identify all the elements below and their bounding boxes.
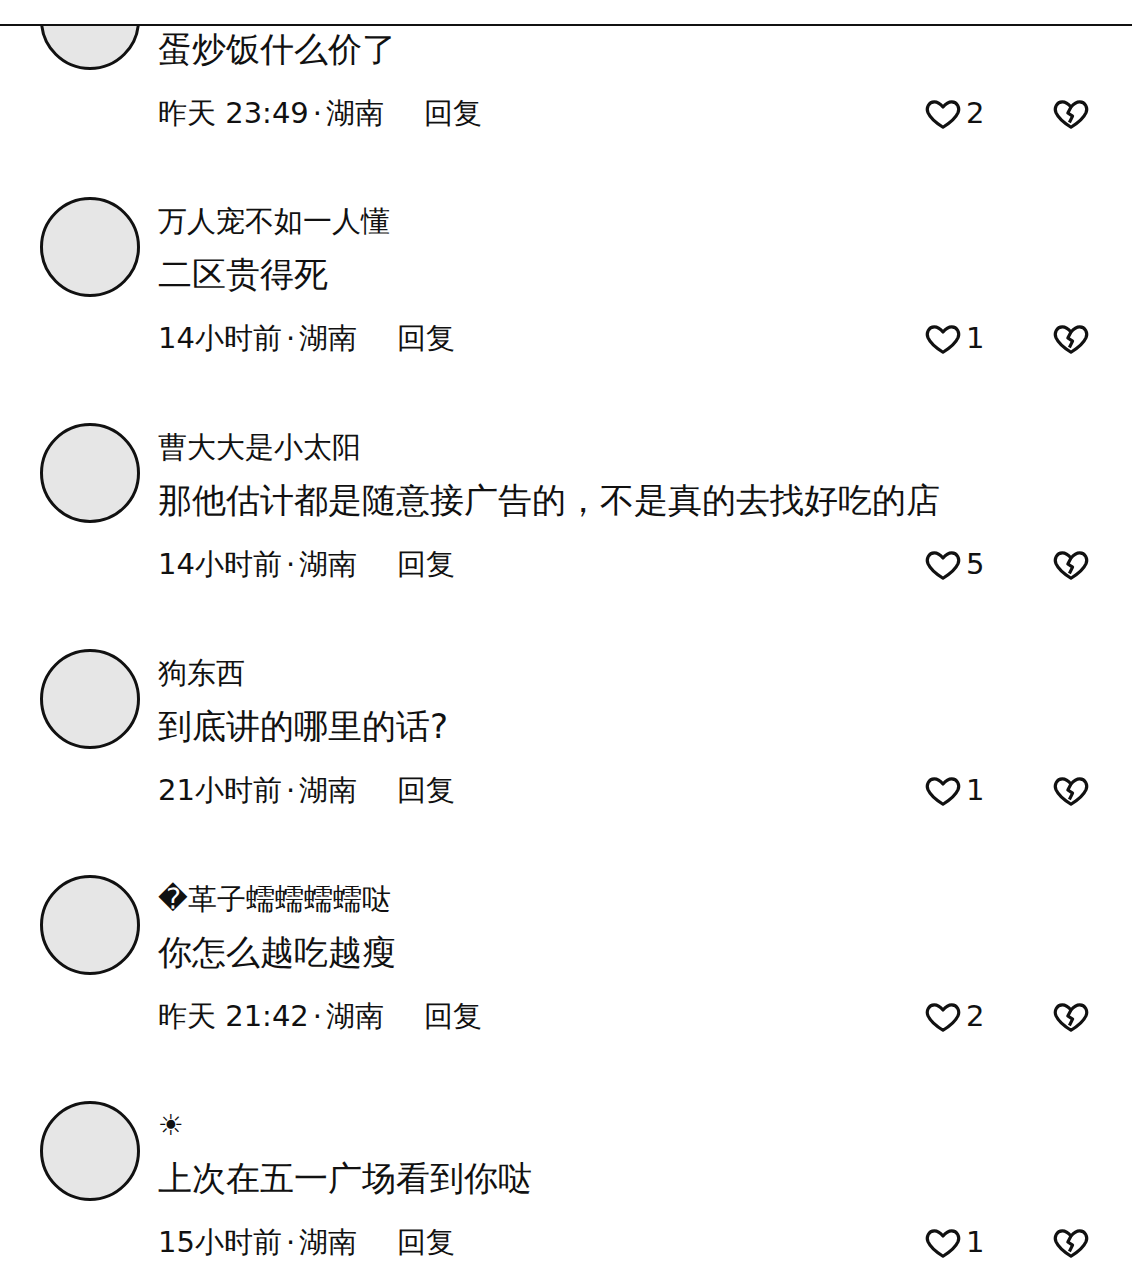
comment-item: ☀ 上次在五一广场看到你哒 15小时前·湖南 回复 1 [0, 1097, 1132, 1261]
comment-time: 21小时前 [158, 772, 282, 808]
comment-body: 蛋炒饭什么价了昨天 23:49·湖南 回复 2 [158, 26, 1090, 132]
comment-body: 曹大大是小太阳那他估计都是随意接广告的，不是真的去找好吃的店 14小时前·湖南 回复… [158, 419, 1090, 583]
comment-time: 14小时前 [158, 546, 282, 582]
user-name[interactable]: 狗东西 [158, 655, 1090, 691]
comment-body: 万人宠不如一人懂二区贵得死 14小时前·湖南 回复 1 [158, 193, 1090, 357]
comment-item: �革子蠕蠕蠕蠕哒你怎么越吃越瘦昨天 21:42·湖南 回复 2 [0, 871, 1132, 1035]
dislike-button[interactable] [1052, 997, 1090, 1035]
comment-text: 你怎么越吃越瘦 [158, 929, 1090, 975]
broken-heart-icon [1052, 1223, 1090, 1261]
avatar-frame [40, 871, 140, 975]
user-avatar[interactable] [40, 1101, 140, 1201]
user-name[interactable]: ☀ [158, 1107, 1090, 1143]
avatar-frame [40, 193, 140, 297]
user-name[interactable]: �革子蠕蠕蠕蠕哒 [158, 881, 1090, 917]
dislike-button[interactable] [1052, 771, 1090, 809]
comment-meta: 14小时前·湖南 回复 1 [158, 319, 1090, 357]
avatar-frame [40, 645, 140, 749]
reply-button[interactable]: 回复 [397, 772, 455, 808]
comment-item: 蛋炒饭什么价了昨天 23:49·湖南 回复 2 [0, 26, 1132, 132]
heart-icon [924, 1223, 962, 1261]
heart-icon [924, 997, 962, 1035]
like-button[interactable]: 5 [924, 545, 994, 583]
comment-item: 曹大大是小太阳那他估计都是随意接广告的，不是真的去找好吃的店 14小时前·湖南 回复… [0, 419, 1132, 583]
like-count: 2 [966, 998, 984, 1034]
comment-list: 蛋炒饭什么价了昨天 23:49·湖南回复2万人宠不如一人懂二区贵得死14小时前·… [0, 26, 1132, 1280]
like-count: 1 [966, 320, 984, 356]
comment-location: 湖南 [299, 772, 357, 808]
dislike-button[interactable] [1052, 1223, 1090, 1261]
broken-heart-icon [1052, 771, 1090, 809]
user-name[interactable]: 万人宠不如一人懂 [158, 203, 1090, 239]
comment-location: 湖南 [326, 95, 384, 131]
comment-text: 上次在五一广场看到你哒 [158, 1155, 1090, 1201]
comment-meta: 15小时前·湖南 回复 1 [158, 1223, 1090, 1261]
comment-time: 15小时前 [158, 1224, 282, 1260]
comment-item: 狗东西到底讲的哪里的话? 21小时前·湖南 回复 1 [0, 645, 1132, 809]
comment-text: 那他估计都是随意接广告的，不是真的去找好吃的店 [158, 477, 1090, 523]
heart-icon [924, 545, 962, 583]
like-button[interactable]: 2 [924, 94, 994, 132]
heart-icon [924, 771, 962, 809]
user-avatar[interactable] [40, 197, 140, 297]
reply-button[interactable]: 回复 [397, 546, 455, 582]
broken-heart-icon [1052, 545, 1090, 583]
reply-button[interactable]: 回复 [397, 320, 455, 356]
reply-button[interactable]: 回复 [397, 1224, 455, 1260]
comment-meta: 21小时前·湖南 回复 1 [158, 771, 1090, 809]
like-button[interactable]: 1 [924, 319, 994, 357]
comment-time: 14小时前 [158, 320, 282, 356]
like-count: 5 [966, 546, 984, 582]
like-count: 2 [966, 95, 984, 131]
meta-separator: · [286, 546, 295, 582]
meta-separator: · [286, 1224, 295, 1260]
avatar-frame [40, 419, 140, 523]
like-count: 1 [966, 1224, 984, 1260]
comment-body: 狗东西到底讲的哪里的话? 21小时前·湖南 回复 1 [158, 645, 1090, 809]
comment-text: 二区贵得死 [158, 251, 1090, 297]
meta-separator: · [313, 998, 322, 1034]
broken-heart-icon [1052, 319, 1090, 357]
comment-location: 湖南 [299, 320, 357, 356]
comment-time: 昨天 21:42 [158, 998, 309, 1034]
avatar-frame [40, 1097, 140, 1201]
comment-location: 湖南 [299, 546, 357, 582]
broken-heart-icon [1052, 94, 1090, 132]
comment-text: 蛋炒饭什么价了 [158, 26, 1090, 72]
like-count: 1 [966, 772, 984, 808]
avatar-frame [40, 26, 140, 70]
comment-time: 昨天 23:49 [158, 95, 309, 131]
comment-item: 万人宠不如一人懂二区贵得死 14小时前·湖南 回复 1 [0, 193, 1132, 357]
dislike-button[interactable] [1052, 94, 1090, 132]
comment-meta: 昨天 21:42·湖南 回复 2 [158, 997, 1090, 1035]
comment-page: 蛋炒饭什么价了昨天 23:49·湖南回复2万人宠不如一人懂二区贵得死14小时前·… [0, 0, 1132, 1280]
comment-body: ☀ 上次在五一广场看到你哒 15小时前·湖南 回复 1 [158, 1097, 1090, 1261]
comment-location: 湖南 [326, 998, 384, 1034]
comment-body: �革子蠕蠕蠕蠕哒你怎么越吃越瘦昨天 21:42·湖南 回复 2 [158, 871, 1090, 1035]
top-divider [0, 24, 1132, 26]
like-button[interactable]: 2 [924, 997, 994, 1035]
like-button[interactable]: 1 [924, 1223, 994, 1261]
meta-separator: · [313, 95, 322, 131]
comment-meta: 14小时前·湖南 回复 5 [158, 545, 1090, 583]
meta-separator: · [286, 772, 295, 808]
user-avatar[interactable] [40, 423, 140, 523]
user-name[interactable]: 曹大大是小太阳 [158, 429, 1090, 465]
reply-button[interactable]: 回复 [424, 95, 482, 131]
comment-meta: 昨天 23:49·湖南 回复 2 [158, 94, 1090, 132]
user-avatar[interactable] [40, 649, 140, 749]
comment-text: 到底讲的哪里的话? [158, 703, 1090, 749]
dislike-button[interactable] [1052, 319, 1090, 357]
broken-heart-icon [1052, 997, 1090, 1035]
dislike-button[interactable] [1052, 545, 1090, 583]
comment-location: 湖南 [299, 1224, 357, 1260]
heart-icon [924, 94, 962, 132]
reply-button[interactable]: 回复 [424, 998, 482, 1034]
like-button[interactable]: 1 [924, 771, 994, 809]
user-avatar[interactable] [40, 875, 140, 975]
meta-separator: · [286, 320, 295, 356]
user-avatar[interactable] [40, 26, 140, 70]
heart-icon [924, 319, 962, 357]
